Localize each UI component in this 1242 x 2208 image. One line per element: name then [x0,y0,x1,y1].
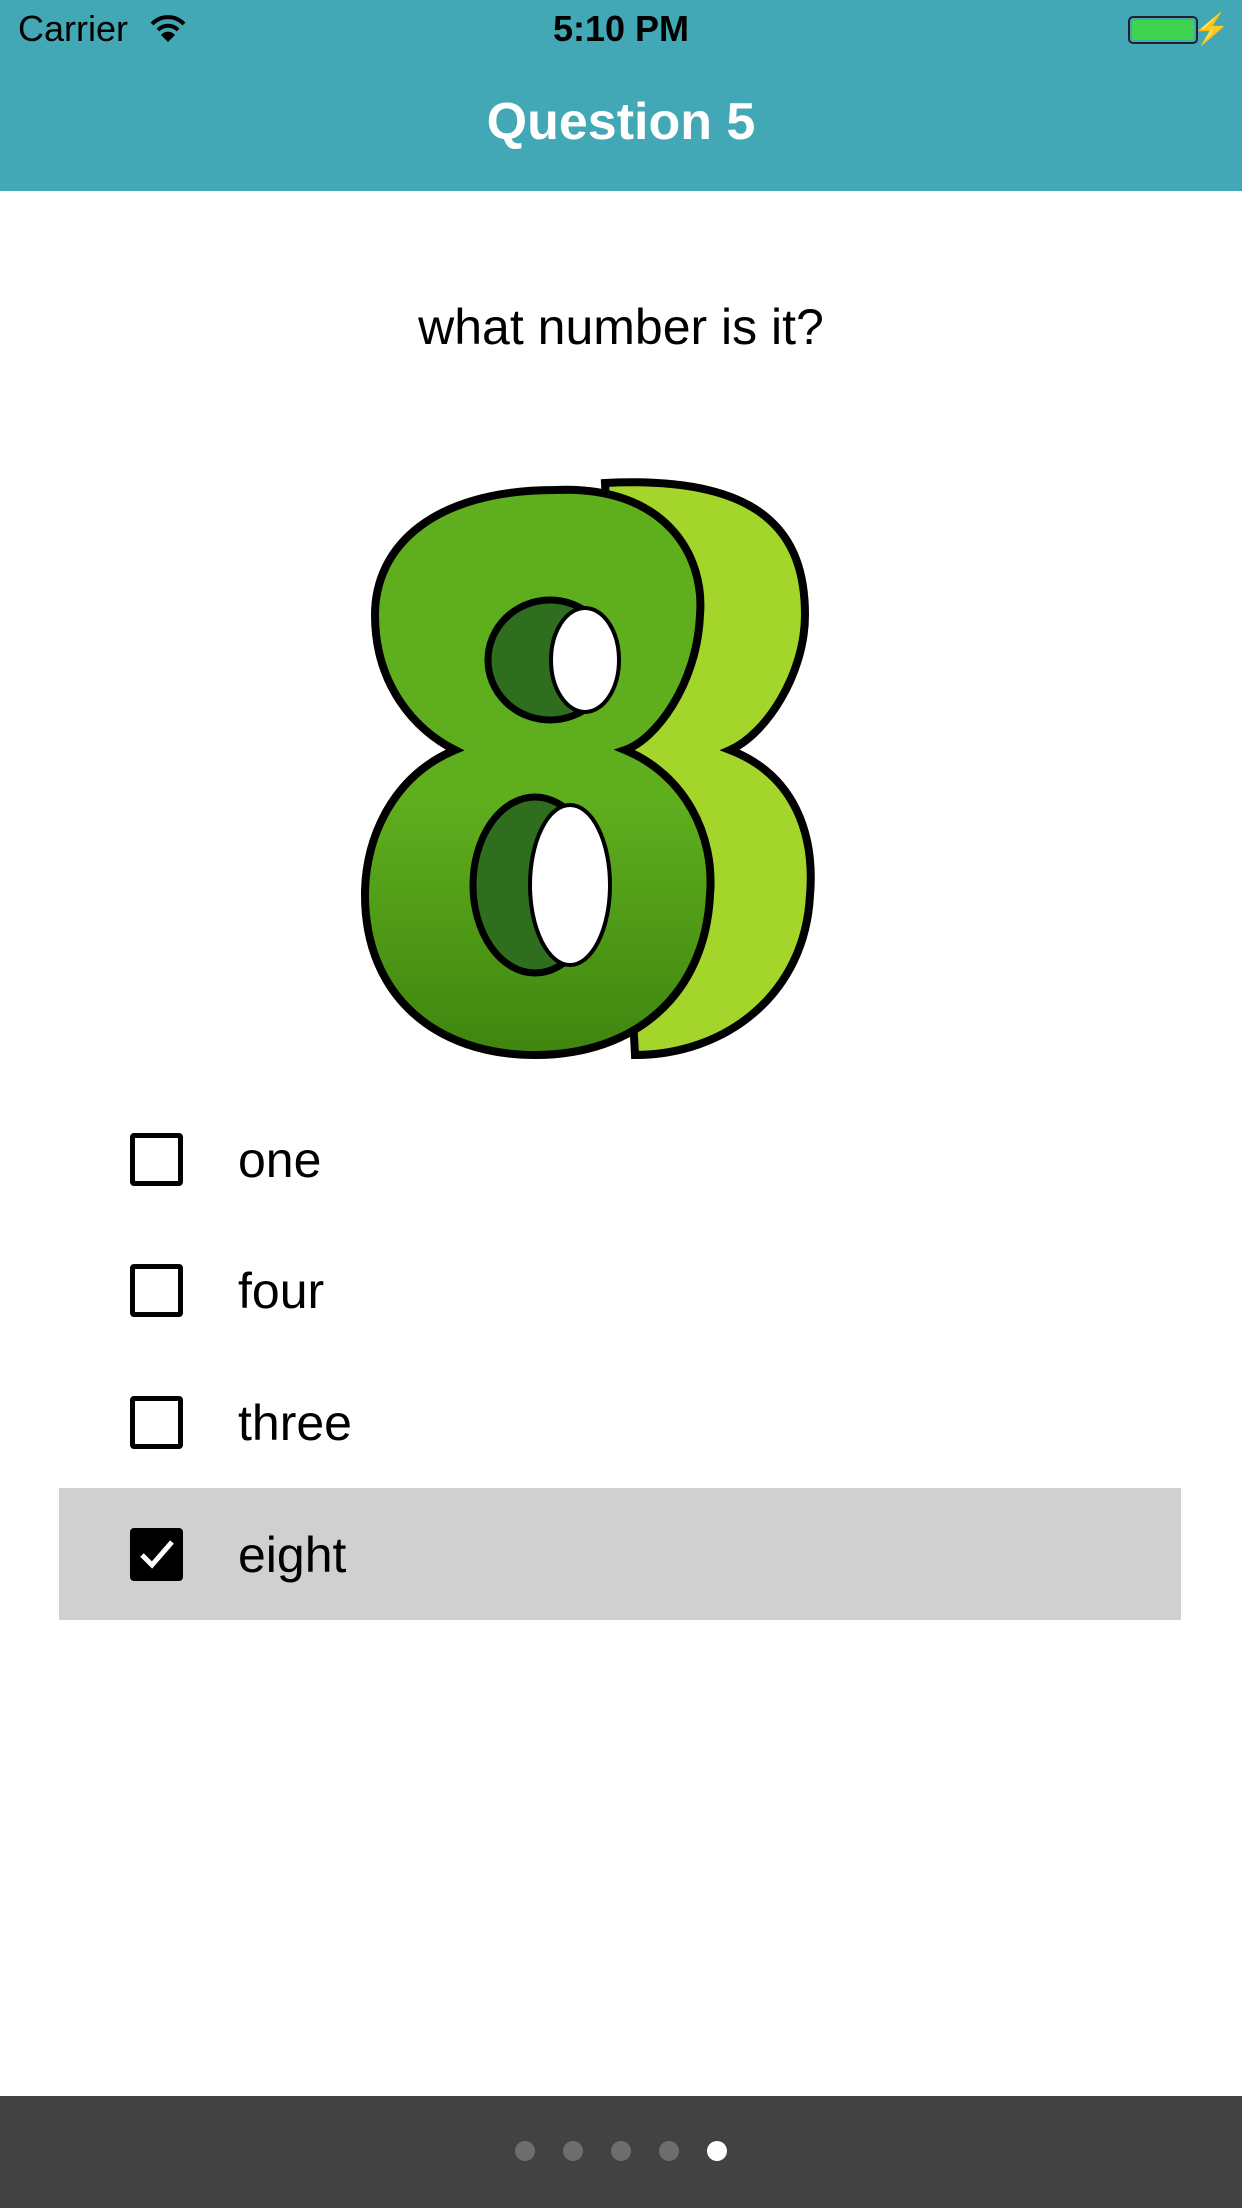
checkbox[interactable] [130,1264,183,1317]
charging-icon: ⚡ [1192,13,1230,46]
number-eight-image [360,478,815,1060]
page-dot-3[interactable] [611,2141,631,2161]
page-dot-4[interactable] [659,2141,679,2161]
option-four[interactable]: four [59,1224,1181,1356]
option-label: one [238,1132,322,1188]
checkbox[interactable] [130,1396,183,1449]
page-control [0,2096,1242,2208]
battery-icon [1128,16,1198,44]
option-label: three [238,1395,352,1451]
page-title: Question 5 [486,93,756,151]
page-dot-2[interactable] [563,2141,583,2161]
page-dot-1[interactable] [515,2141,535,2161]
checkmark-icon [140,1540,174,1569]
option-one[interactable]: one [59,1093,1181,1225]
option-eight[interactable]: eight [59,1488,1181,1620]
checkbox[interactable] [130,1133,183,1186]
option-label: four [238,1263,325,1319]
header: Carrier 5:10 PM ⚡ Question 5 [0,0,1242,191]
option-three[interactable]: three [59,1356,1181,1488]
option-label: eight [238,1527,347,1583]
page-dot-5-active[interactable] [707,2141,727,2161]
question-text: what number is it? [418,299,824,355]
status-time: 5:10 PM [552,8,690,49]
checkbox-checked[interactable] [130,1528,183,1581]
